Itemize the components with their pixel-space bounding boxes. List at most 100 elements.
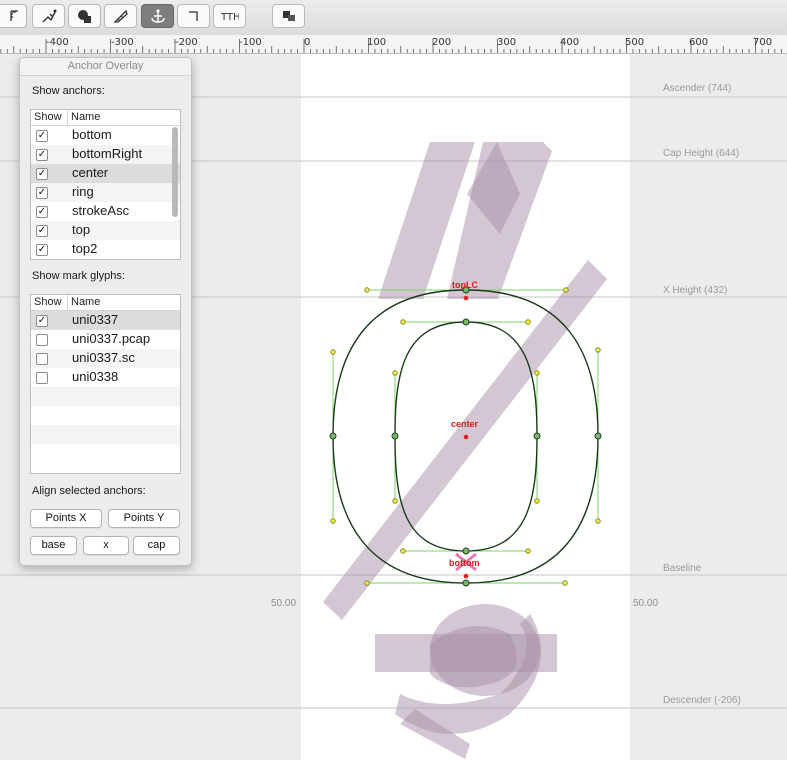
ruler-icon	[9, 10, 18, 21]
draw-tool-button[interactable]	[32, 4, 65, 28]
ruler-label: 500	[625, 37, 645, 48]
anchor-top-label: topLC	[452, 280, 478, 290]
col-name-header[interactable]: Name	[71, 111, 100, 123]
align-label: Align selected anchors:	[32, 485, 146, 497]
anchor-icon	[150, 9, 165, 23]
mark-checkbox[interactable]: ✓	[36, 315, 48, 327]
points-x-button[interactable]: Points X	[30, 509, 102, 528]
knife-tool-button[interactable]	[104, 4, 137, 28]
col-name-header[interactable]: Name	[71, 296, 100, 308]
anchor-tool-button[interactable]	[141, 4, 174, 28]
anchors-table-header: Show Name	[31, 110, 180, 126]
corner-tool-button[interactable]	[177, 4, 210, 28]
mark-row[interactable]: uni0337.sc	[31, 349, 180, 368]
anchor-center[interactable]	[463, 434, 469, 440]
mark-name: uni0337.sc	[72, 350, 135, 365]
empty-row	[31, 425, 180, 444]
layers-icon	[282, 11, 295, 21]
anchor-bottom-label: bottom	[449, 558, 480, 568]
toolbar: TTH	[0, 0, 787, 36]
left-sidebearing-label: 50.00	[271, 598, 297, 609]
anchor-name: ring	[72, 184, 94, 199]
cap-height-label: Cap Height (644)	[663, 148, 740, 159]
empty-row	[31, 444, 180, 463]
anchor-row[interactable]: ✓ center	[31, 164, 180, 183]
mark-row[interactable]: ✓ uni0337	[31, 311, 180, 330]
mark-row[interactable]: uni0338	[31, 368, 180, 387]
mark-checkbox[interactable]	[36, 334, 48, 346]
pen-icon	[42, 9, 56, 23]
anchor-checkbox[interactable]: ✓	[36, 130, 48, 142]
x-height-label: X Height (432)	[663, 285, 728, 296]
anchor-name: bottomRight	[72, 146, 143, 161]
anchor-name: strokeAsc	[72, 203, 130, 218]
anchor-checkbox[interactable]: ✓	[36, 149, 48, 161]
anchor-bottom[interactable]	[463, 573, 469, 579]
anchor-overlay-panel: Anchor Overlay Show anchors: Show Name ✓…	[19, 57, 192, 566]
panel-title: Anchor Overlay	[20, 58, 191, 76]
anchor-name: center	[72, 165, 109, 180]
anchor-name: top2	[72, 241, 98, 256]
baseline-label: Baseline	[663, 563, 702, 574]
empty-row	[31, 387, 180, 406]
horizontal-ruler: -400 -300 -200 -100 0 100 200 300 400 50…	[0, 35, 787, 54]
ruler-label: 300	[497, 37, 517, 48]
mark-checkbox[interactable]	[36, 372, 48, 384]
mark-row[interactable]: uni0337.pcap	[31, 330, 180, 349]
x-button[interactable]: x	[83, 536, 129, 555]
ruler-label: 600	[689, 37, 709, 48]
measure-tool-button[interactable]	[0, 4, 27, 28]
ascender-label: Ascender (744)	[663, 83, 732, 94]
ruler-label: 200	[432, 37, 452, 48]
right-sidebearing-label: 50.00	[633, 598, 659, 609]
descender-label: Descender (-206)	[663, 695, 741, 706]
anchor-row[interactable]: ✓ top2	[31, 240, 180, 259]
show-marks-label: Show mark glyphs:	[32, 270, 125, 282]
col-show-header[interactable]: Show	[34, 111, 62, 123]
marks-table-header: Show Name	[31, 295, 180, 311]
corner-icon	[188, 11, 198, 21]
tth-tool-button[interactable]: TTH	[213, 4, 246, 28]
ruler-label: 100	[367, 37, 387, 48]
ruler-label: 0	[304, 37, 311, 48]
anchors-table: Show Name ✓ bottom ✓ bottomRight ✓ cente…	[30, 109, 181, 260]
mark-name: uni0337	[72, 312, 119, 327]
anchor-row[interactable]: ✓ bottomRight	[31, 145, 180, 164]
marks-table: Show Name ✓ uni0337 uni0337.pcap uni0337…	[30, 294, 181, 474]
mark-checkbox[interactable]	[36, 353, 48, 365]
anchor-row[interactable]: ✓ ring	[31, 183, 180, 202]
tth-icon: TTH	[221, 12, 239, 23]
mark-name: uni0337.pcap	[72, 331, 151, 346]
anchor-checkbox[interactable]: ✓	[36, 206, 48, 218]
anchor-center-label: center	[451, 419, 479, 429]
anchor-checkbox[interactable]: ✓	[36, 244, 48, 256]
knife-icon	[112, 9, 128, 23]
overlay-tool-button[interactable]	[272, 4, 305, 28]
anchor-name: top	[72, 222, 91, 237]
ruler-label: -400	[46, 37, 69, 48]
ruler-label: 700	[753, 37, 773, 48]
points-y-button[interactable]: Points Y	[108, 509, 180, 528]
primitives-tool-button[interactable]	[68, 4, 101, 28]
anchor-row[interactable]: ✓ top	[31, 221, 180, 240]
anchor-checkbox[interactable]: ✓	[36, 225, 48, 237]
shapes-icon	[77, 10, 91, 23]
anchor-name: bottom	[72, 127, 112, 142]
anchor-row[interactable]: ✓ bottom	[31, 126, 180, 145]
ruler-label: -100	[239, 37, 262, 48]
ruler-label: -300	[111, 37, 134, 48]
mark-name: uni0338	[72, 369, 119, 384]
anchors-scrollbar[interactable]	[172, 127, 178, 217]
svg-text:TTH: TTH	[221, 12, 239, 23]
show-anchors-label: Show anchors:	[32, 85, 105, 97]
anchor-checkbox[interactable]: ✓	[36, 187, 48, 199]
anchor-checkbox[interactable]: ✓	[36, 168, 48, 180]
cap-button[interactable]: cap	[133, 536, 180, 555]
anchor-top[interactable]	[463, 295, 469, 301]
ruler-label: -200	[175, 37, 198, 48]
anchor-row[interactable]: ✓ strokeAsc	[31, 202, 180, 221]
empty-row	[31, 406, 180, 425]
base-button[interactable]: base	[30, 536, 77, 555]
ruler-label: 400	[560, 37, 580, 48]
col-show-header[interactable]: Show	[34, 296, 62, 308]
